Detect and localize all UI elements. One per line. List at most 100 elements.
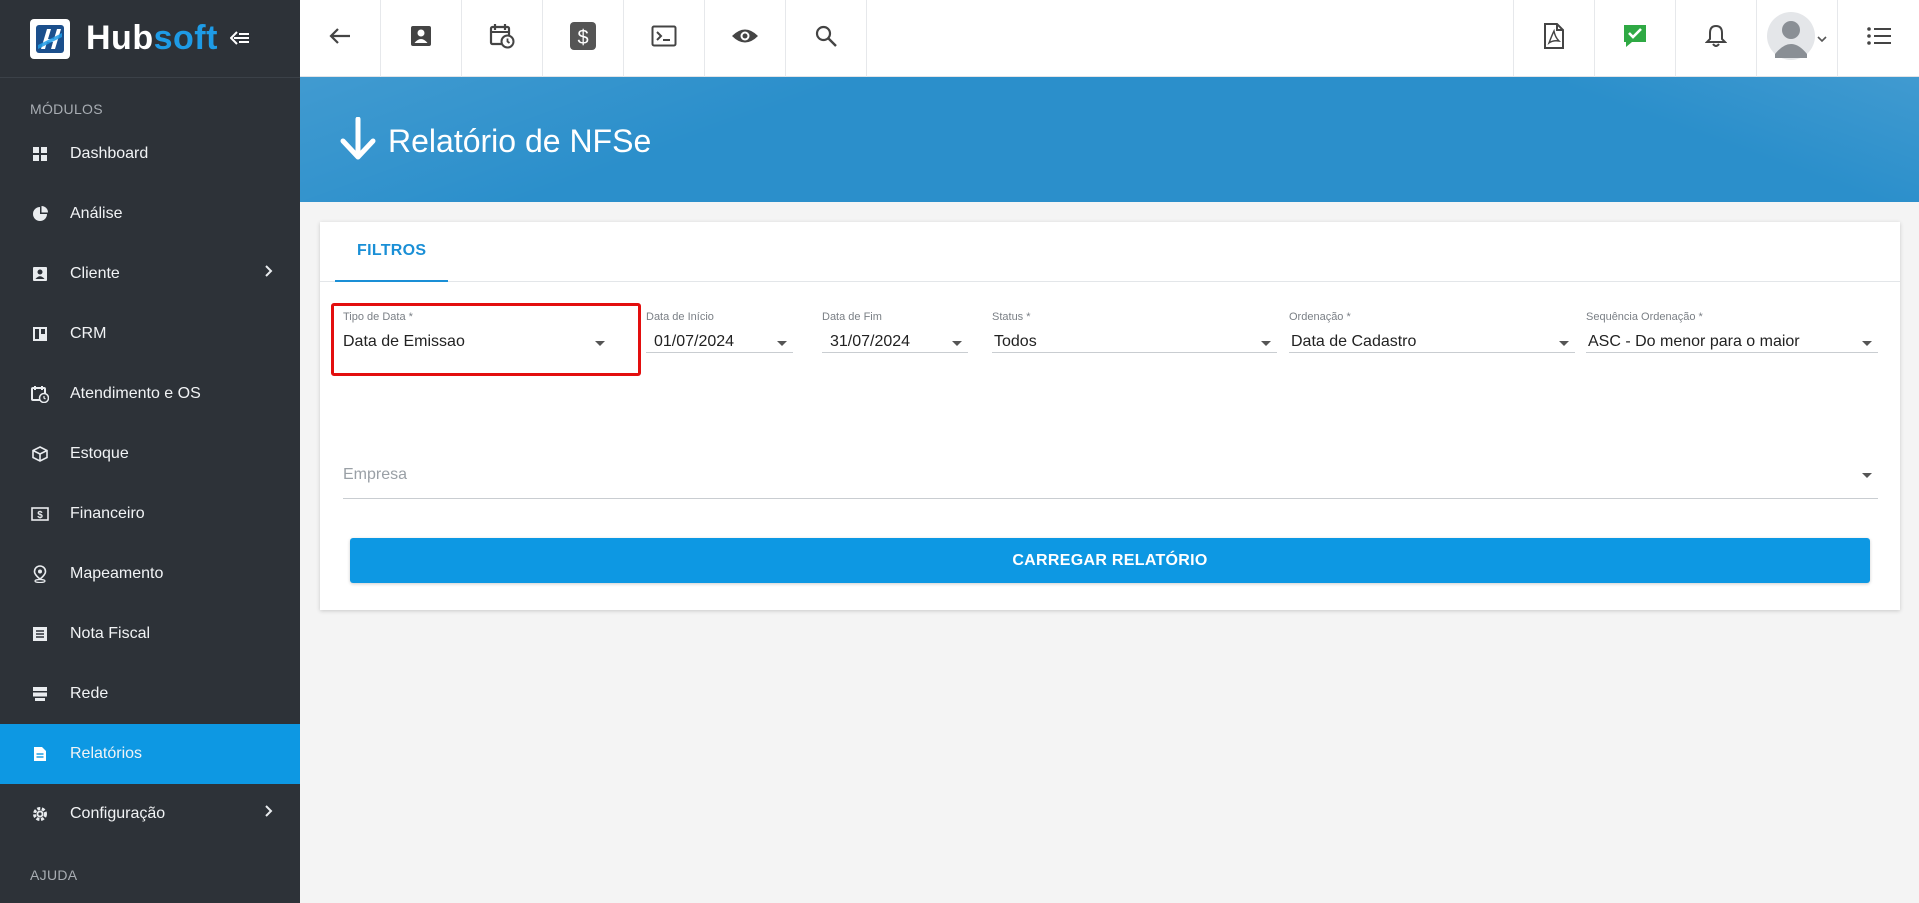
menu-button[interactable] (1838, 0, 1919, 77)
sidebar-item-label: Relatórios (70, 745, 143, 762)
field-underline (646, 352, 793, 353)
sidebar-item-label: CRM (70, 325, 107, 342)
svg-text:$: $ (37, 510, 43, 521)
caret-down-icon (1862, 473, 1872, 478)
field-underline (343, 498, 1878, 499)
contact-card-icon (30, 264, 50, 284)
field-underline (822, 352, 968, 353)
notifications-button[interactable] (1676, 0, 1757, 77)
load-report-button[interactable]: CARREGAR RELATÓRIO (350, 538, 1870, 583)
chevron-right-icon (264, 264, 274, 283)
money-icon: $ (30, 504, 50, 524)
sidebar-item-label: Mapeamento (70, 565, 164, 582)
sidebar-item-label: Cliente (70, 265, 120, 282)
map-pin-icon (30, 564, 50, 584)
tab-filtros[interactable]: FILTROS (335, 222, 449, 282)
sequencia-ordenacao-select[interactable]: Sequência Ordenação * ASC - Do menor par… (1586, 311, 1878, 353)
field-value: 01/07/2024 (654, 333, 735, 350)
section-label-modules: MÓDULOS (30, 101, 103, 117)
sidebar-item-relatorios[interactable]: Relatórios (0, 724, 300, 784)
topbar-spacer (867, 0, 1514, 76)
field-value: 31/07/2024 (830, 333, 911, 350)
page-title-wrap: Relatório de NFSe (338, 116, 652, 166)
sidebar-item-label: Análise (70, 205, 123, 222)
back-arrow-icon (329, 27, 351, 50)
sidebar-item-dashboard[interactable]: Dashboard (0, 124, 300, 184)
terminal-icon (651, 25, 677, 52)
sidebar-item-atendimento[interactable]: Atendimento e OS (0, 364, 300, 424)
calendar-clock-icon (30, 384, 50, 404)
search-icon (814, 24, 838, 53)
finance-button[interactable]: $ (543, 0, 624, 77)
eye-icon (731, 27, 759, 50)
sidebar-item-mapeamento[interactable]: Mapeamento (0, 544, 300, 604)
tasks-button[interactable] (1595, 0, 1676, 77)
sidebar-item-nota-fiscal[interactable]: Nota Fiscal (0, 604, 300, 664)
sidebar-item-cliente[interactable]: Cliente (0, 244, 300, 304)
sidebar-item-estoque[interactable]: Estoque (0, 424, 300, 484)
sidebar-item-rede[interactable]: Rede (0, 664, 300, 724)
back-button[interactable] (300, 0, 381, 77)
hubsoft-logo-icon (30, 18, 70, 59)
view-button[interactable] (705, 0, 786, 77)
list-menu-icon (1866, 26, 1892, 51)
avatar (1767, 10, 1815, 67)
data-fim-field[interactable]: Data de Fim 31/07/2024 (822, 311, 968, 353)
ordenacao-select[interactable]: Ordenação * Data de Cadastro (1289, 311, 1575, 353)
schedule-button[interactable] (462, 0, 543, 77)
empresa-select[interactable]: Empresa (343, 466, 1878, 499)
check-chat-icon (1622, 23, 1648, 54)
chevron-down-icon (1817, 30, 1827, 48)
arrow-down-icon (338, 116, 378, 166)
sidebar-divider (0, 77, 300, 78)
caret-down-icon (952, 341, 962, 346)
field-label: Data de Fim (822, 311, 882, 323)
status-select[interactable]: Status * Todos (992, 311, 1277, 353)
field-value: Todos (994, 333, 1037, 350)
sidebar-item-crm[interactable]: CRM (0, 304, 300, 364)
terminal-button[interactable] (624, 0, 705, 77)
clients-button[interactable] (381, 0, 462, 77)
dollar-icon: $ (569, 21, 597, 56)
sidebar-item-configuracao[interactable]: Configuração (0, 784, 300, 844)
invoice-icon (30, 624, 50, 644)
tabs: FILTROS (320, 222, 1900, 282)
section-label-help: AJUDA (30, 867, 78, 883)
box-icon (30, 444, 50, 464)
pdf-icon (1543, 23, 1565, 54)
brand[interactable]: Hubsoft (0, 0, 300, 77)
data-inicio-field[interactable]: Data de Início 01/07/2024 (646, 311, 793, 353)
empresa-placeholder: Empresa (343, 466, 408, 483)
page-title: Relatório de NFSe (388, 123, 652, 159)
sidebar-item-label: Dashboard (70, 145, 149, 162)
pie-chart-icon (30, 204, 50, 224)
sidebar-item-analise[interactable]: Análise (0, 184, 300, 244)
search-button[interactable] (786, 0, 867, 77)
dashboard-icon (30, 144, 50, 164)
field-label: Ordenação * (1289, 311, 1351, 323)
caret-down-icon (1862, 341, 1872, 346)
page-header-banner: Relatório de NFSe (300, 77, 1919, 202)
pdf-button[interactable] (1514, 0, 1595, 77)
sidebar: Hubsoft MÓDULOS Dashboard Análise Client… (0, 0, 300, 903)
field-underline (1289, 352, 1575, 353)
field-value: ASC - Do menor para o maior (1588, 333, 1800, 350)
highlight-box (331, 303, 641, 376)
brand-name-part2: soft (153, 19, 218, 57)
caret-down-icon (1261, 341, 1271, 346)
sidebar-item-label: Configuração (70, 805, 166, 822)
chevron-right-icon (264, 804, 274, 823)
caret-down-icon (777, 341, 787, 346)
sidebar-item-label: Atendimento e OS (70, 385, 201, 402)
crm-board-icon (30, 324, 50, 344)
field-underline (1586, 352, 1878, 353)
field-label: Sequência Ordenação * (1586, 311, 1703, 323)
brand-name: Hubsoft (86, 19, 218, 58)
user-menu-button[interactable] (1757, 0, 1838, 77)
brand-name-part1: Hub (86, 19, 154, 57)
sidebar-item-label: Nota Fiscal (70, 625, 151, 642)
svg-text:$: $ (577, 27, 588, 49)
sidebar-item-financeiro[interactable]: $ Financeiro (0, 484, 300, 544)
bell-icon (1704, 24, 1728, 53)
collapse-sidebar-icon[interactable] (229, 26, 250, 52)
